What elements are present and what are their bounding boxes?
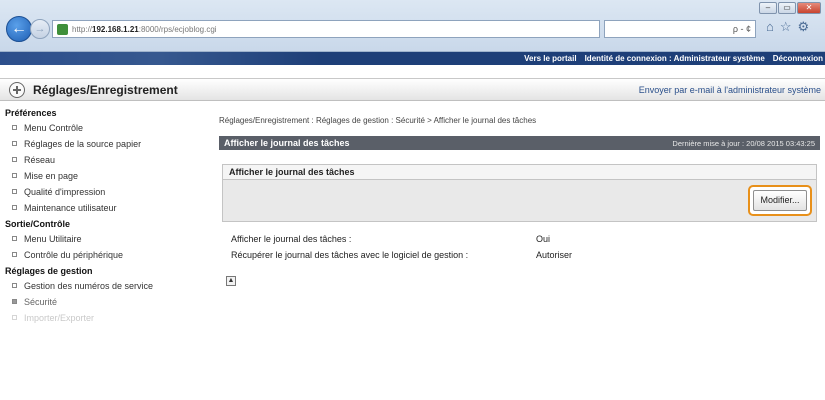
panel-header: Afficher le journal des tâches Dernière …	[219, 136, 820, 150]
section-body	[223, 180, 816, 221]
last-updated: Dernière mise à jour : 20/08 2015 03:43:…	[672, 138, 815, 148]
title-bar: Réglages/Enregistrement Envoyer par e-ma…	[0, 78, 825, 101]
minimize-button[interactable]: –	[759, 2, 777, 14]
bullet-icon	[12, 299, 17, 305]
bullet-icon	[12, 173, 17, 179]
sidebar-item-label: Sécurité	[24, 297, 58, 307]
portal-link[interactable]: Vers le portail	[524, 54, 576, 63]
bullet-icon	[12, 157, 17, 163]
email-admin-link[interactable]: Envoyer par e-mail à l'administrateur sy…	[639, 85, 821, 95]
sidebar-heading-preferences: Préférences	[5, 108, 57, 118]
search-icon: ρ - ¢	[732, 24, 751, 34]
logout-link[interactable]: Déconnexion	[773, 54, 823, 63]
setting-value: Oui	[536, 234, 551, 244]
setting-row: Afficher le journal des tâches : Oui	[231, 234, 550, 244]
site-icon	[57, 23, 68, 35]
sidebar: Préférences Menu Contrôle Réglages de la…	[0, 107, 210, 400]
bullet-icon	[12, 189, 17, 195]
breadcrumb: Réglages/Enregistrement : Réglages de ge…	[219, 116, 537, 125]
sidebar-heading-reglages-gestion: Réglages de gestion	[5, 266, 93, 276]
device-name-banner	[0, 52, 320, 65]
sidebar-item-menu-utilitaire[interactable]: Menu Utilitaire	[0, 231, 210, 247]
setting-label: Afficher le journal des tâches :	[231, 234, 352, 244]
url-prefix: http://	[72, 24, 93, 34]
address-bar[interactable]: http://192.168.1.21:8000/rps/ecjoblog.cg…	[52, 20, 600, 38]
setting-label: Récupérer le journal des tâches avec le …	[231, 250, 469, 260]
login-identity: Identité de connexion : Administrateur s…	[584, 54, 765, 63]
settings-register-icon	[9, 81, 25, 98]
sidebar-item-label: Réseau	[24, 155, 56, 165]
sidebar-item-securite[interactable]: Sécurité	[0, 294, 210, 310]
sidebar-item-label: Gestion des numéros de service	[24, 281, 154, 291]
bullet-icon	[12, 205, 17, 211]
sidebar-item-mise-en-page[interactable]: Mise en page	[0, 168, 210, 184]
sidebar-item-reseau[interactable]: Réseau	[0, 152, 210, 168]
modify-button[interactable]: Modifier...	[753, 190, 807, 211]
sidebar-item-label: Contrôle du périphérique	[24, 250, 124, 260]
sidebar-item-label: Réglages de la source papier	[24, 139, 142, 149]
sidebar-item-label: Menu Contrôle	[24, 123, 84, 133]
sidebar-item-label: Mise en page	[24, 171, 79, 181]
sidebar-item-qualite-impression[interactable]: Qualité d'impression	[0, 184, 210, 200]
portal-bar: Vers le portail Identité de connexion : …	[0, 52, 825, 65]
setting-row: Récupérer le journal des tâches avec le …	[231, 250, 572, 260]
page-title: Réglages/Enregistrement	[33, 82, 178, 97]
sidebar-item-controle-peripherique[interactable]: Contrôle du périphérique	[0, 247, 210, 263]
sidebar-item-numeros-service[interactable]: Gestion des numéros de service	[0, 278, 210, 294]
bullet-icon	[12, 125, 17, 131]
panel-title: Afficher le journal des tâches	[224, 138, 350, 148]
sidebar-item-source-papier[interactable]: Réglages de la source papier	[0, 136, 210, 152]
back-to-top-icon[interactable]: ▲	[226, 276, 236, 286]
bullet-icon	[12, 141, 17, 147]
sidebar-item-importer-exporter[interactable]: Importer/Exporter	[0, 310, 210, 326]
toolbar-icons: ⌂ ☆ ⚙	[766, 19, 809, 35]
sidebar-item-maintenance[interactable]: Maintenance utilisateur	[0, 200, 210, 216]
sidebar-item-label: Qualité d'impression	[24, 187, 106, 197]
close-button[interactable]: ✕	[797, 2, 821, 14]
favorites-icon[interactable]: ☆	[780, 19, 792, 35]
bullet-icon	[12, 283, 17, 289]
sidebar-item-menu-controle[interactable]: Menu Contrôle	[0, 120, 210, 136]
home-icon[interactable]: ⌂	[766, 19, 774, 35]
sidebar-item-label: Maintenance utilisateur	[24, 203, 117, 213]
bullet-icon	[12, 252, 17, 258]
bullet-icon	[12, 236, 17, 242]
sidebar-item-label: Importer/Exporter	[24, 313, 95, 323]
browser-chrome: – ▭ ✕ ← → http://192.168.1.21:8000/rps/e…	[0, 0, 825, 52]
window-controls: – ▭ ✕	[759, 2, 821, 14]
bullet-icon	[12, 315, 17, 321]
settings-gear-icon[interactable]: ⚙	[798, 19, 810, 35]
modify-button-highlight: Modifier...	[748, 185, 812, 216]
section-title: Afficher le journal des tâches	[223, 165, 816, 180]
back-arrow-icon[interactable]: ←	[6, 16, 32, 42]
sidebar-item-label: Menu Utilitaire	[24, 234, 82, 244]
url-host: 192.168.1.21	[92, 24, 139, 34]
search-box[interactable]: ρ - ¢	[604, 20, 756, 38]
setting-value: Autoriser	[536, 250, 573, 260]
forward-arrow-icon[interactable]: →	[30, 19, 50, 39]
maximize-button[interactable]: ▭	[778, 2, 796, 14]
settings-section: Afficher le journal des tâches Modifier.…	[222, 164, 817, 222]
url-path: :8000/rps/ecjoblog.cgi	[138, 24, 217, 34]
sidebar-heading-sortie-controle: Sortie/Contrôle	[5, 219, 71, 229]
